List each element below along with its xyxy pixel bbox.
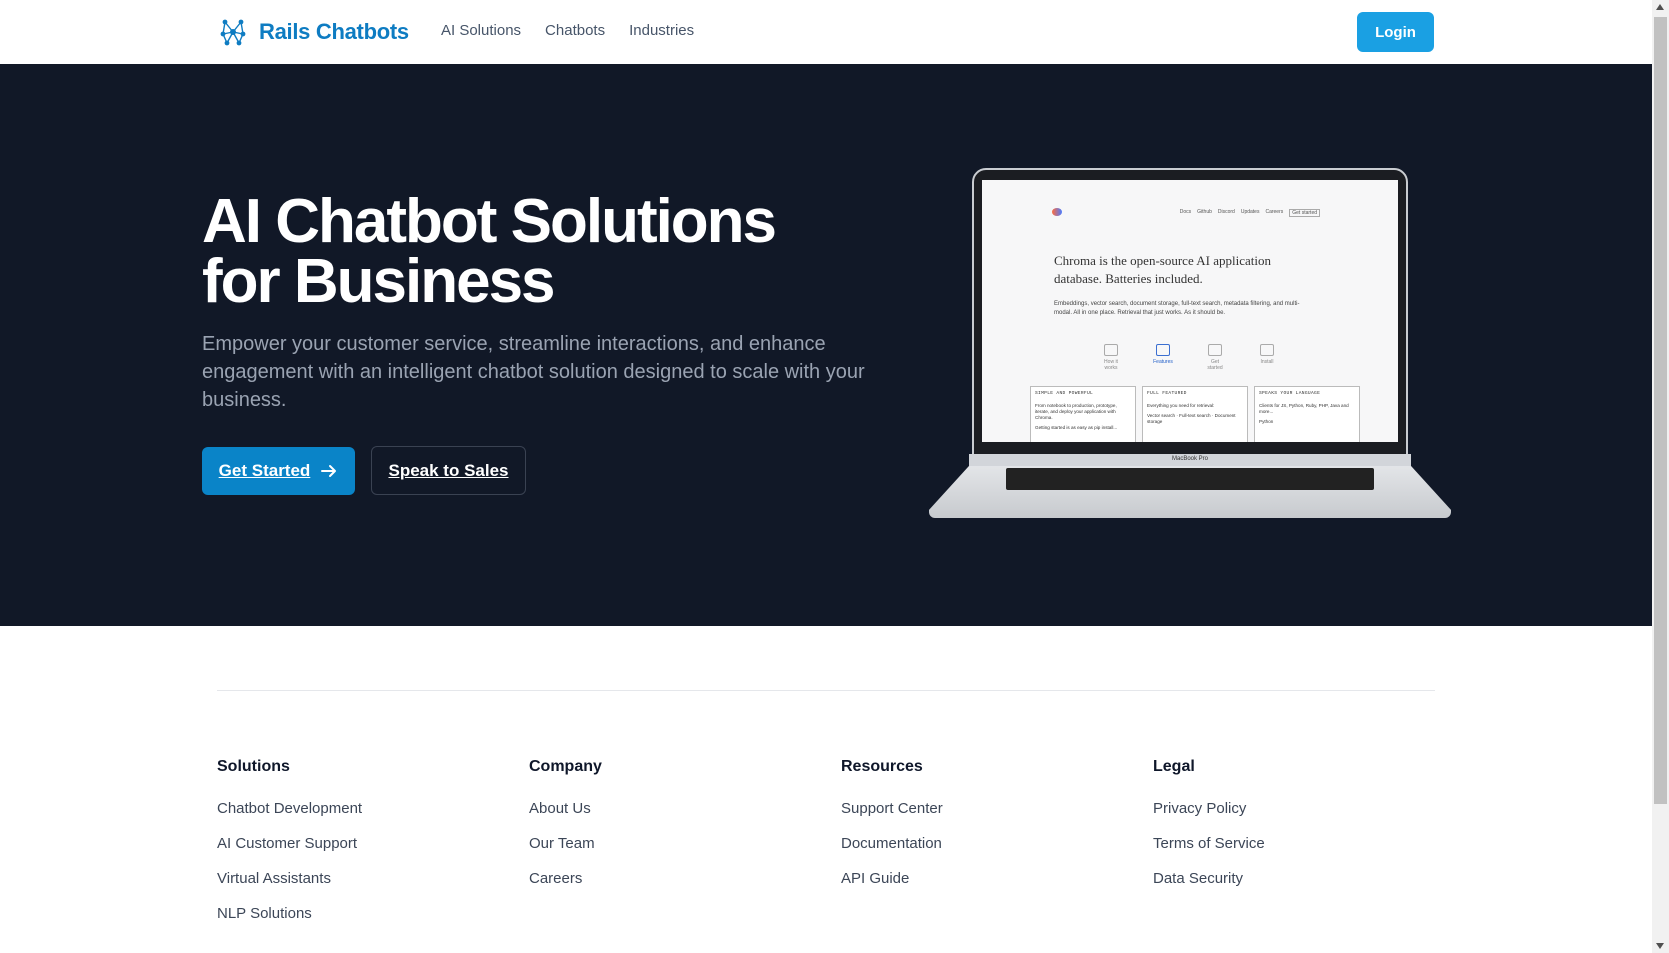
mockup-nav: Docs Github Discord Updates Careers Get …	[1052, 208, 1328, 218]
footer-link[interactable]: Support Center	[841, 800, 943, 817]
hero-subtitle: Empower your customer service, streamlin…	[202, 333, 865, 411]
mockup-card-text: Vector search · Full-text search · Docum…	[1147, 413, 1236, 424]
nav-link-industries[interactable]: Industries	[629, 22, 694, 39]
footer-column-title: Legal	[1153, 758, 1195, 775]
footer-divider	[217, 690, 1435, 691]
mockup-card-text: Everything you need for retrieval:	[1147, 403, 1215, 408]
footer-column-title: Solutions	[217, 758, 290, 775]
mockup-logo-icon	[1052, 208, 1062, 216]
footer-link[interactable]: Documentation	[841, 835, 942, 852]
mockup-card-text: From notebook to production, prototype, …	[1035, 403, 1117, 420]
mockup-headline: Chroma is the open-source AI application…	[1054, 253, 1271, 286]
mockup-card-title: FULL FEATURED	[1147, 391, 1187, 396]
mockup-card-text: Getting started is as easy as pip instal…	[1035, 425, 1118, 430]
mockup-nav-link: Get started	[1289, 209, 1320, 217]
footer-column-company: Company About Us Our Team Careers	[529, 758, 602, 905]
network-nodes-icon	[220, 19, 246, 46]
footer-link[interactable]: Careers	[529, 870, 582, 887]
mockup-card-title: SIMPLE AND POWERFUL	[1035, 391, 1094, 396]
nav-link-chatbots[interactable]: Chatbots	[545, 22, 605, 39]
mockup-icon-get-started: Get started	[1204, 344, 1226, 371]
footer-link[interactable]: Terms of Service	[1153, 835, 1265, 852]
mockup-nav-link: Discord	[1217, 209, 1235, 215]
mockup-nav-link: Careers	[1265, 209, 1284, 215]
footer-link[interactable]: About Us	[529, 800, 591, 817]
mockup-icon-label: How it works	[1104, 359, 1118, 371]
mockup-nav-link: Docs	[1179, 209, 1192, 215]
get-started-label: Get Started	[218, 461, 311, 480]
mockup-icon-install: Install	[1256, 344, 1278, 371]
mockup-icon-features: Features	[1152, 344, 1174, 371]
mockup-icon-label: Install	[1260, 359, 1274, 365]
footer-link[interactable]: Chatbot Development	[217, 800, 362, 817]
brand-link[interactable]: Rails Chatbots	[217, 16, 409, 48]
laptop-mockup-image: Docs Github Discord Updates Careers Get …	[929, 168, 1451, 518]
footer-column-solutions: Solutions Chatbot Development AI Custome…	[217, 758, 362, 940]
device-label: MacBook Pro	[1171, 456, 1208, 462]
nav-link-ai-solutions[interactable]: AI Solutions	[441, 22, 521, 39]
speak-to-sales-button[interactable]: Speak to Sales	[371, 446, 526, 495]
mockup-card-title: SPEAKS YOUR LANGUAGE	[1259, 391, 1321, 396]
laptop-lid: Docs Github Discord Updates Careers Get …	[972, 168, 1408, 458]
laptop-screen: Docs Github Discord Updates Careers Get …	[982, 180, 1398, 442]
brand-name: Rails Chatbots	[259, 19, 409, 44]
mockup-card: FULL FEATURED Everything you need for re…	[1142, 386, 1248, 442]
footer-link[interactable]: Data Security	[1153, 870, 1243, 887]
mockup-icon-how-it-works: How it works	[1100, 344, 1122, 371]
arrow-right-icon	[321, 465, 337, 477]
mockup-card-text: Clients for JS, Python, Ruby, PHP, Java …	[1259, 403, 1349, 414]
mockup-nav-link: Github	[1197, 209, 1212, 215]
login-button[interactable]: Login	[1357, 12, 1434, 52]
footer-link[interactable]: AI Customer Support	[217, 835, 357, 852]
scrollbar-thumb[interactable]	[1654, 17, 1667, 804]
mockup-icon-label: Features	[1153, 359, 1173, 365]
mockup-cards: SIMPLE AND POWERFUL From notebook to pro…	[1030, 386, 1360, 442]
main-nav: AI Solutions Chatbots Industries	[441, 22, 694, 39]
footer-column-title: Resources	[841, 758, 923, 775]
mockup-nav-link: Updates	[1240, 209, 1260, 215]
mockup-card-text: Python	[1259, 419, 1274, 424]
hero-title-line1: AI Chatbot Solutions	[202, 187, 777, 256]
mockup-card: SPEAKS YOUR LANGUAGE Clients for JS, Pyt…	[1254, 386, 1360, 442]
footer-column-legal: Legal Privacy Policy Terms of Service Da…	[1153, 758, 1265, 905]
mockup-icon-label: Get started	[1207, 359, 1223, 371]
hero-section: AI Chatbot Solutions for Business Empowe…	[0, 64, 1652, 626]
laptop-keyboard	[1006, 468, 1374, 490]
mockup-card: SIMPLE AND POWERFUL From notebook to pro…	[1030, 386, 1136, 442]
site-header: Rails Chatbots AI Solutions Chatbots Ind…	[0, 0, 1652, 64]
page-scrollbar[interactable]	[1652, 0, 1669, 953]
mockup-feature-icons: How it works Features Get started Instal…	[1100, 344, 1278, 371]
footer-link[interactable]: API Guide	[841, 870, 909, 887]
get-started-button[interactable]: Get Started	[202, 447, 355, 495]
laptop-hinge: MacBook Pro	[969, 454, 1411, 466]
footer-column-resources: Resources Support Center Documentation A…	[841, 758, 943, 905]
footer-link[interactable]: Our Team	[529, 835, 595, 852]
footer-column-title: Company	[529, 758, 602, 775]
footer-link[interactable]: Virtual Assistants	[217, 870, 331, 887]
footer-link[interactable]: Privacy Policy	[1153, 800, 1246, 817]
footer-link[interactable]: NLP Solutions	[217, 905, 312, 922]
hero-title-line2: for Business	[202, 247, 556, 316]
mockup-body: Embeddings, vector search, document stor…	[1054, 301, 1300, 316]
hero-title: AI Chatbot Solutions for Business	[202, 191, 842, 313]
scroll-down-arrow-icon[interactable]	[1656, 943, 1664, 949]
scroll-up-arrow-icon[interactable]	[1656, 4, 1664, 10]
mockup-nav-links: Docs Github Discord Updates Careers Get …	[1180, 209, 1320, 217]
laptop-base: MacBook Pro	[929, 454, 1451, 518]
